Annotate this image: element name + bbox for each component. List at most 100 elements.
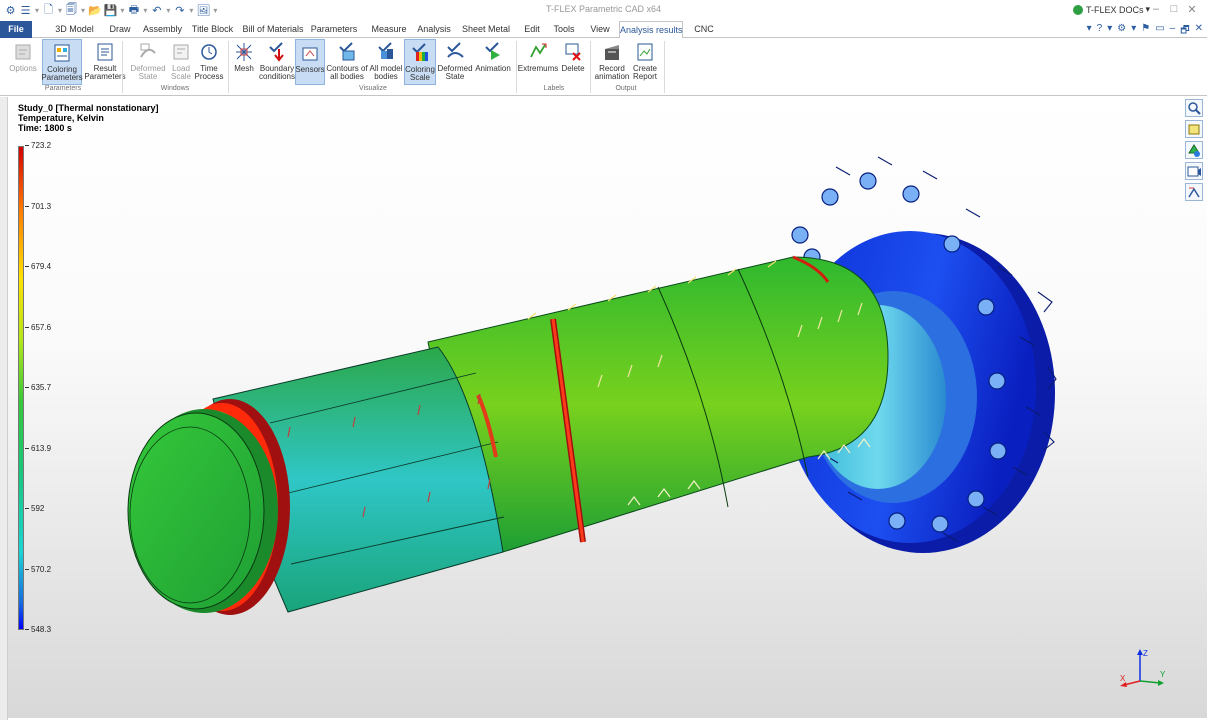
deformed-state-button[interactable]: Deformed State bbox=[130, 39, 166, 85]
study-info: Study_0 [Thermal nonstationary] Temperat… bbox=[18, 103, 159, 133]
quick-access-item[interactable]: 🖼 bbox=[196, 3, 210, 19]
contours-icon bbox=[339, 42, 355, 61]
view-section-button[interactable] bbox=[1185, 183, 1203, 201]
tab-view[interactable]: View bbox=[586, 21, 614, 38]
quick-access-dropdown-icon[interactable]: ▾ bbox=[142, 3, 148, 19]
tab-sheet-metal[interactable]: Sheet Metal bbox=[460, 21, 512, 38]
options-button[interactable]: Options bbox=[9, 39, 37, 85]
ribbon-button-label: All model bodies bbox=[369, 64, 403, 81]
minimize-button[interactable]: – bbox=[1147, 3, 1165, 16]
ribbon-button-label: Create Report bbox=[632, 64, 657, 81]
ribbon-button-label: Options bbox=[9, 64, 37, 73]
ribbon-group-label: Visualize bbox=[359, 85, 387, 92]
quick-access-item[interactable]: ↶ bbox=[150, 3, 163, 19]
record-animation-icon bbox=[605, 45, 619, 60]
tab-parameters[interactable]: Parameters bbox=[310, 21, 358, 38]
tab-bill-of-materials[interactable]: Bill of Materials bbox=[242, 21, 304, 38]
orientation-button[interactable] bbox=[1185, 141, 1203, 159]
ribbon-button-label: Extremums bbox=[517, 64, 559, 73]
ribbon-group-label: Labels bbox=[543, 85, 565, 92]
maximize-button[interactable]: □ bbox=[1165, 3, 1183, 16]
zoom-icon bbox=[1188, 102, 1201, 115]
quick-access-dropdown-icon[interactable]: ▾ bbox=[80, 3, 86, 19]
mesh-icon bbox=[236, 43, 252, 61]
tflex-docs-button[interactable]: T-FLEX DOCs ▾ bbox=[1073, 4, 1150, 15]
tab-measure[interactable]: Measure bbox=[370, 21, 408, 38]
quick-access-dropdown-icon[interactable]: ▾ bbox=[57, 3, 63, 19]
color-scale-tick: 570.2 bbox=[25, 565, 51, 574]
axis-triad: Z X Y bbox=[1120, 649, 1166, 687]
all-model-bodies-button[interactable]: All model bodies bbox=[368, 39, 404, 85]
tab-analysis[interactable]: Analysis bbox=[415, 21, 453, 38]
close-button[interactable]: ✕ bbox=[1183, 3, 1201, 16]
study-quantity: Temperature, Kelvin bbox=[18, 113, 104, 123]
sensors-button[interactable]: Sensors bbox=[295, 39, 325, 85]
mesh-button[interactable]: Mesh bbox=[230, 39, 258, 85]
ribbon-button-label: Mesh bbox=[234, 64, 254, 73]
ribbon-button-label: Animation bbox=[475, 64, 511, 73]
quick-access-item[interactable]: ⚙ bbox=[4, 3, 17, 19]
ribbon-group-label: Windows bbox=[160, 85, 190, 92]
3d-viewport[interactable]: Study_0 [Thermal nonstationary] Temperat… bbox=[8, 97, 1207, 718]
coloring-scale-button[interactable]: Coloring Scale bbox=[404, 39, 436, 85]
title-bar: ⚙ ☰ ▾ 🗋 ▾ 🗐 ▾ 📂 💾 ▾ 🖶 ▾ ↶ ▾ ↷ ▾ 🖼 ▾ T-FLEX Parametric CAD… bbox=[0, 0, 1207, 21]
tab-file[interactable]: File bbox=[0, 21, 32, 38]
quick-access-item[interactable]: 📂 bbox=[88, 3, 102, 19]
quick-access-toolbar: ⚙ ☰ ▾ 🗋 ▾ 🗐 ▾ 📂 💾 ▾ 🖶 ▾ ↶ ▾ ↷ ▾ 🖼 ▾ bbox=[0, 0, 220, 21]
main-shaft bbox=[427, 255, 889, 553]
coloring-parameters-button[interactable]: Coloring Parameters bbox=[41, 39, 83, 85]
quick-access-item[interactable]: 🗐 bbox=[65, 3, 78, 19]
create-report-button[interactable]: Create Report bbox=[631, 39, 659, 85]
deformed-state-icon bbox=[140, 43, 156, 58]
contours-button[interactable]: Contours of all bodies bbox=[326, 39, 368, 85]
zoom-button[interactable] bbox=[1185, 99, 1203, 117]
quick-access-dropdown-icon[interactable]: ▾ bbox=[188, 3, 194, 19]
color-scale-tick: 679.4 bbox=[25, 262, 51, 271]
result-parameters-button[interactable]: Result Parameters bbox=[84, 39, 126, 85]
color-scale-tick: 635.7 bbox=[25, 383, 51, 392]
boundary-conditions-button[interactable]: Boundary conditions bbox=[258, 39, 296, 85]
delete-labels-icon bbox=[565, 43, 581, 61]
tab-edit[interactable]: Edit bbox=[518, 21, 546, 38]
quick-access-item[interactable]: ↷ bbox=[173, 3, 186, 19]
ribbon-group-separator bbox=[664, 41, 665, 93]
quick-access-item[interactable]: 🖶 bbox=[127, 3, 140, 19]
shaft-model[interactable] bbox=[8, 97, 1207, 718]
color-scale-bar bbox=[18, 146, 24, 630]
time-process-button[interactable]: Time Process bbox=[194, 39, 224, 85]
quick-access-dropdown-icon[interactable]: ▾ bbox=[212, 3, 218, 19]
tab-assembly[interactable]: Assembly bbox=[140, 21, 185, 38]
view-toolbar bbox=[1185, 99, 1203, 201]
tab-cnc[interactable]: CNC bbox=[688, 21, 720, 38]
tab-title-block[interactable]: Title Block bbox=[190, 21, 235, 38]
quick-access-dropdown-icon[interactable]: ▾ bbox=[34, 3, 40, 19]
load-scale-button[interactable]: Load Scale bbox=[170, 39, 192, 85]
extremums-button[interactable]: Extremums bbox=[518, 39, 558, 85]
view-box-button[interactable] bbox=[1185, 120, 1203, 138]
ribbon-group-separator bbox=[228, 41, 229, 93]
ribbon-button-label: Record animation bbox=[594, 64, 630, 81]
tab-tools[interactable]: Tools bbox=[549, 21, 579, 38]
record-animation-button[interactable]: Record animation bbox=[594, 39, 630, 85]
view-camera-button[interactable] bbox=[1185, 162, 1203, 180]
quick-access-item[interactable]: 🗋 bbox=[42, 3, 55, 19]
quick-access-item[interactable]: ☰ bbox=[19, 3, 32, 19]
options-icon bbox=[15, 44, 31, 60]
axis-x-label: X bbox=[1120, 674, 1126, 683]
deformed-state-2-button[interactable]: Deformed State bbox=[437, 39, 473, 85]
quick-access-dropdown-icon[interactable]: ▾ bbox=[119, 3, 125, 19]
coloring-parameters-icon bbox=[54, 44, 70, 62]
ribbon-button-label: Delete bbox=[561, 64, 585, 73]
animation-button[interactable]: Animation bbox=[474, 39, 512, 85]
quick-access-dropdown-icon[interactable]: ▾ bbox=[165, 3, 171, 19]
tab-draw[interactable]: Draw bbox=[105, 21, 135, 38]
delete-labels-button[interactable]: Delete bbox=[560, 39, 586, 85]
quick-access-item[interactable]: 💾 bbox=[104, 3, 118, 19]
tab-analysis-results[interactable]: Analysis results bbox=[619, 21, 683, 39]
tab-3d-model[interactable]: 3D Model bbox=[52, 21, 97, 38]
ribbon-panel: Options Coloring Parameters Result Paramet… bbox=[0, 38, 1207, 96]
end-cap bbox=[127, 399, 290, 615]
axis-y-label: Y bbox=[1160, 670, 1166, 679]
left-edge-panel bbox=[0, 97, 8, 720]
ribbon-button-label: Boundary conditions bbox=[258, 64, 296, 81]
